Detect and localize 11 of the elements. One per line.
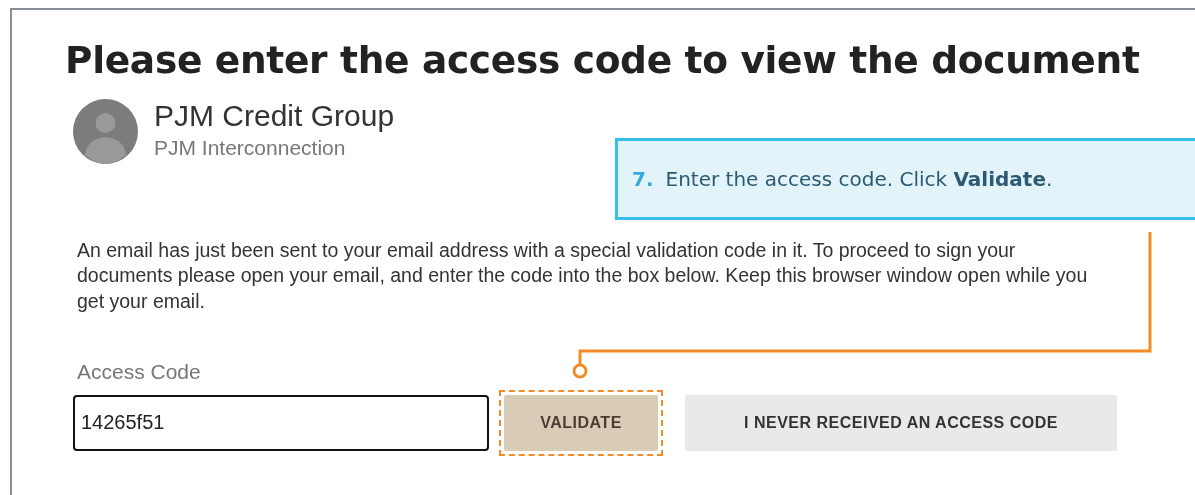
page-title: Please enter the access code to view the document: [65, 38, 1141, 83]
validate-button[interactable]: VALIDATE: [504, 394, 658, 451]
sender-name: PJM Credit Group: [154, 99, 395, 133]
field-label: Access Code: [77, 359, 202, 386]
access-code-field[interactable]: 14265f51: [73, 394, 489, 451]
step-number: 7.: [632, 166, 654, 193]
avatar-icon: [73, 99, 138, 164]
callout-text: Enter the access code. Click Validate.: [665, 166, 1053, 193]
sender-organization: PJM Interconnection: [154, 135, 347, 162]
no-code-button[interactable]: I NEVER RECEIVED AN ACCESS CODE: [685, 394, 1117, 451]
instructions-text: An email has just been sent to your email address with a special validation code in it. To proceed to sign your documents please open your email, and enter the code into the box below. Keep this browser window open while you get your email.: [77, 238, 1089, 314]
